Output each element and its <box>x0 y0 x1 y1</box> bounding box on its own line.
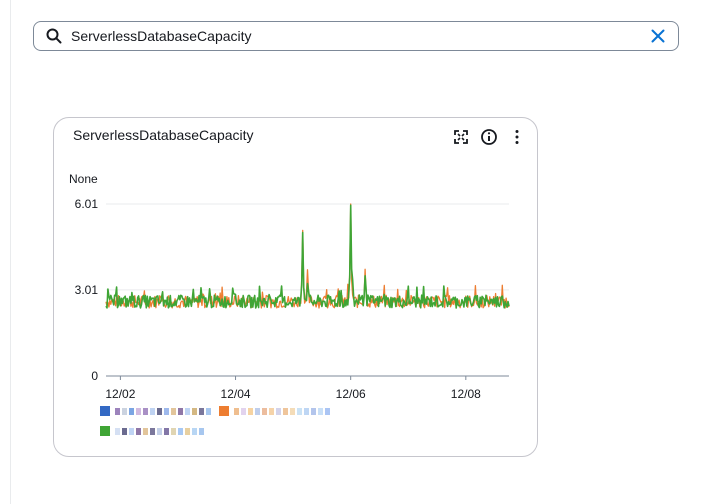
metric-widget: ServerlessDatabaseCapacity None 0 3.01 6.0… <box>53 117 538 457</box>
search-input[interactable] <box>71 23 644 49</box>
legend-label-redacted <box>115 407 213 415</box>
x-tick-label: 12/06 <box>336 387 366 401</box>
y-tick-label: 3.01 <box>75 283 99 297</box>
chart-legend <box>100 406 520 446</box>
search-bar[interactable] <box>33 21 679 51</box>
y-tick-label: 6.01 <box>75 197 99 211</box>
x-tick-label: 12/02 <box>105 387 135 401</box>
x-tick-label: 12/04 <box>221 387 251 401</box>
legend-row <box>100 426 520 436</box>
legend-entry-blue[interactable] <box>100 406 213 416</box>
legend-swatch <box>100 426 110 436</box>
search-icon <box>45 27 63 45</box>
legend-swatch <box>219 406 229 416</box>
y-tick-label: 0 <box>91 369 98 383</box>
legend-label-redacted <box>115 427 206 435</box>
x-tick-label: 12/08 <box>451 387 481 401</box>
clear-search-button[interactable] <box>644 22 672 50</box>
close-icon <box>651 29 665 43</box>
legend-label-redacted <box>234 407 332 415</box>
legend-entry-orange[interactable] <box>219 406 332 416</box>
legend-entry-green[interactable] <box>100 426 206 436</box>
legend-row <box>100 406 520 416</box>
left-panel-divider <box>10 0 11 504</box>
legend-swatch <box>100 406 110 416</box>
